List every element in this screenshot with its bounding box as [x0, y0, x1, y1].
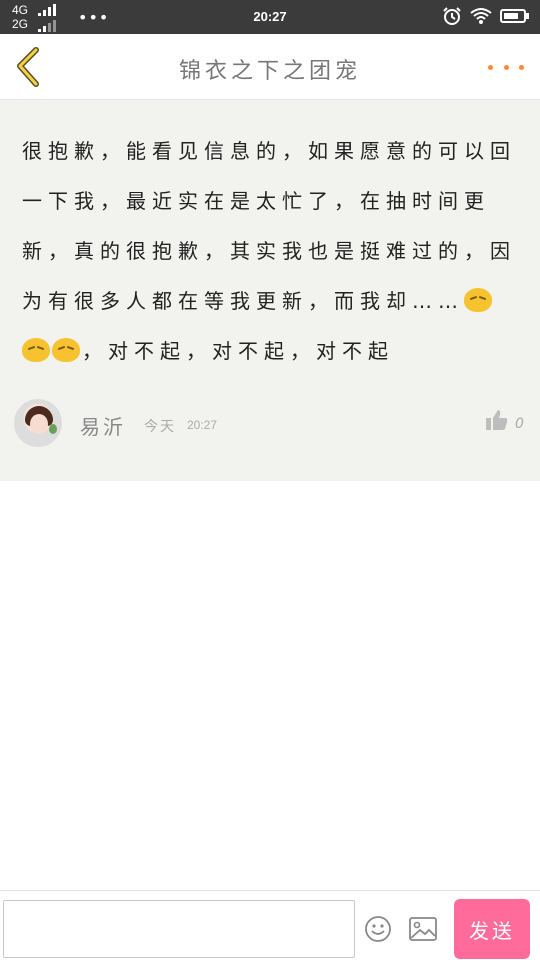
like-count: 0 [515, 416, 524, 432]
more-button[interactable] [488, 54, 524, 80]
image-button[interactable] [408, 916, 438, 942]
comment-text: 很抱歉，能看见信息的，如果愿意的可以回一下我，最近实在是太忙了，在抽时间更新，真… [22, 126, 522, 376]
alarm-icon [443, 7, 461, 25]
sad-emoji-icon [52, 338, 80, 362]
thumbs-up-icon [486, 410, 508, 430]
comment-day: 今天 [144, 419, 176, 435]
status-bar: 4G 2G ••• 20:27 [0, 0, 540, 34]
header-bar: 锦衣之下之团宠 [0, 34, 540, 100]
image-icon [409, 917, 437, 941]
wifi-icon [470, 8, 492, 24]
emoji-button[interactable] [364, 915, 392, 943]
author-avatar[interactable] [14, 399, 62, 447]
comment-card: 很抱歉，能看见信息的，如果愿意的可以回一下我，最近实在是太忙了，在抽时间更新，真… [0, 100, 540, 481]
comment-time: 20:27 [187, 418, 218, 432]
smiley-icon [365, 916, 391, 942]
like-button[interactable] [484, 407, 510, 433]
comment-input-bar: 发送 [0, 890, 540, 960]
battery-icon [500, 9, 529, 23]
comment-text-main: 很抱歉，能看见信息的，如果愿意的可以回一下我，最近实在是太忙了，在抽时间更新，真… [22, 139, 516, 313]
send-button[interactable]: 发送 [454, 899, 530, 959]
comment-text-end: ，对不起，对不起，对不起 [82, 339, 394, 363]
page-title: 锦衣之下之团宠 [178, 59, 361, 84]
author-name[interactable]: 易沂 [80, 411, 126, 440]
sad-emoji-icon [464, 288, 492, 312]
sad-emoji-icon [22, 338, 50, 362]
comment-input[interactable] [3, 900, 355, 958]
more-dots-icon [488, 64, 493, 70]
status-icons [442, 6, 530, 26]
